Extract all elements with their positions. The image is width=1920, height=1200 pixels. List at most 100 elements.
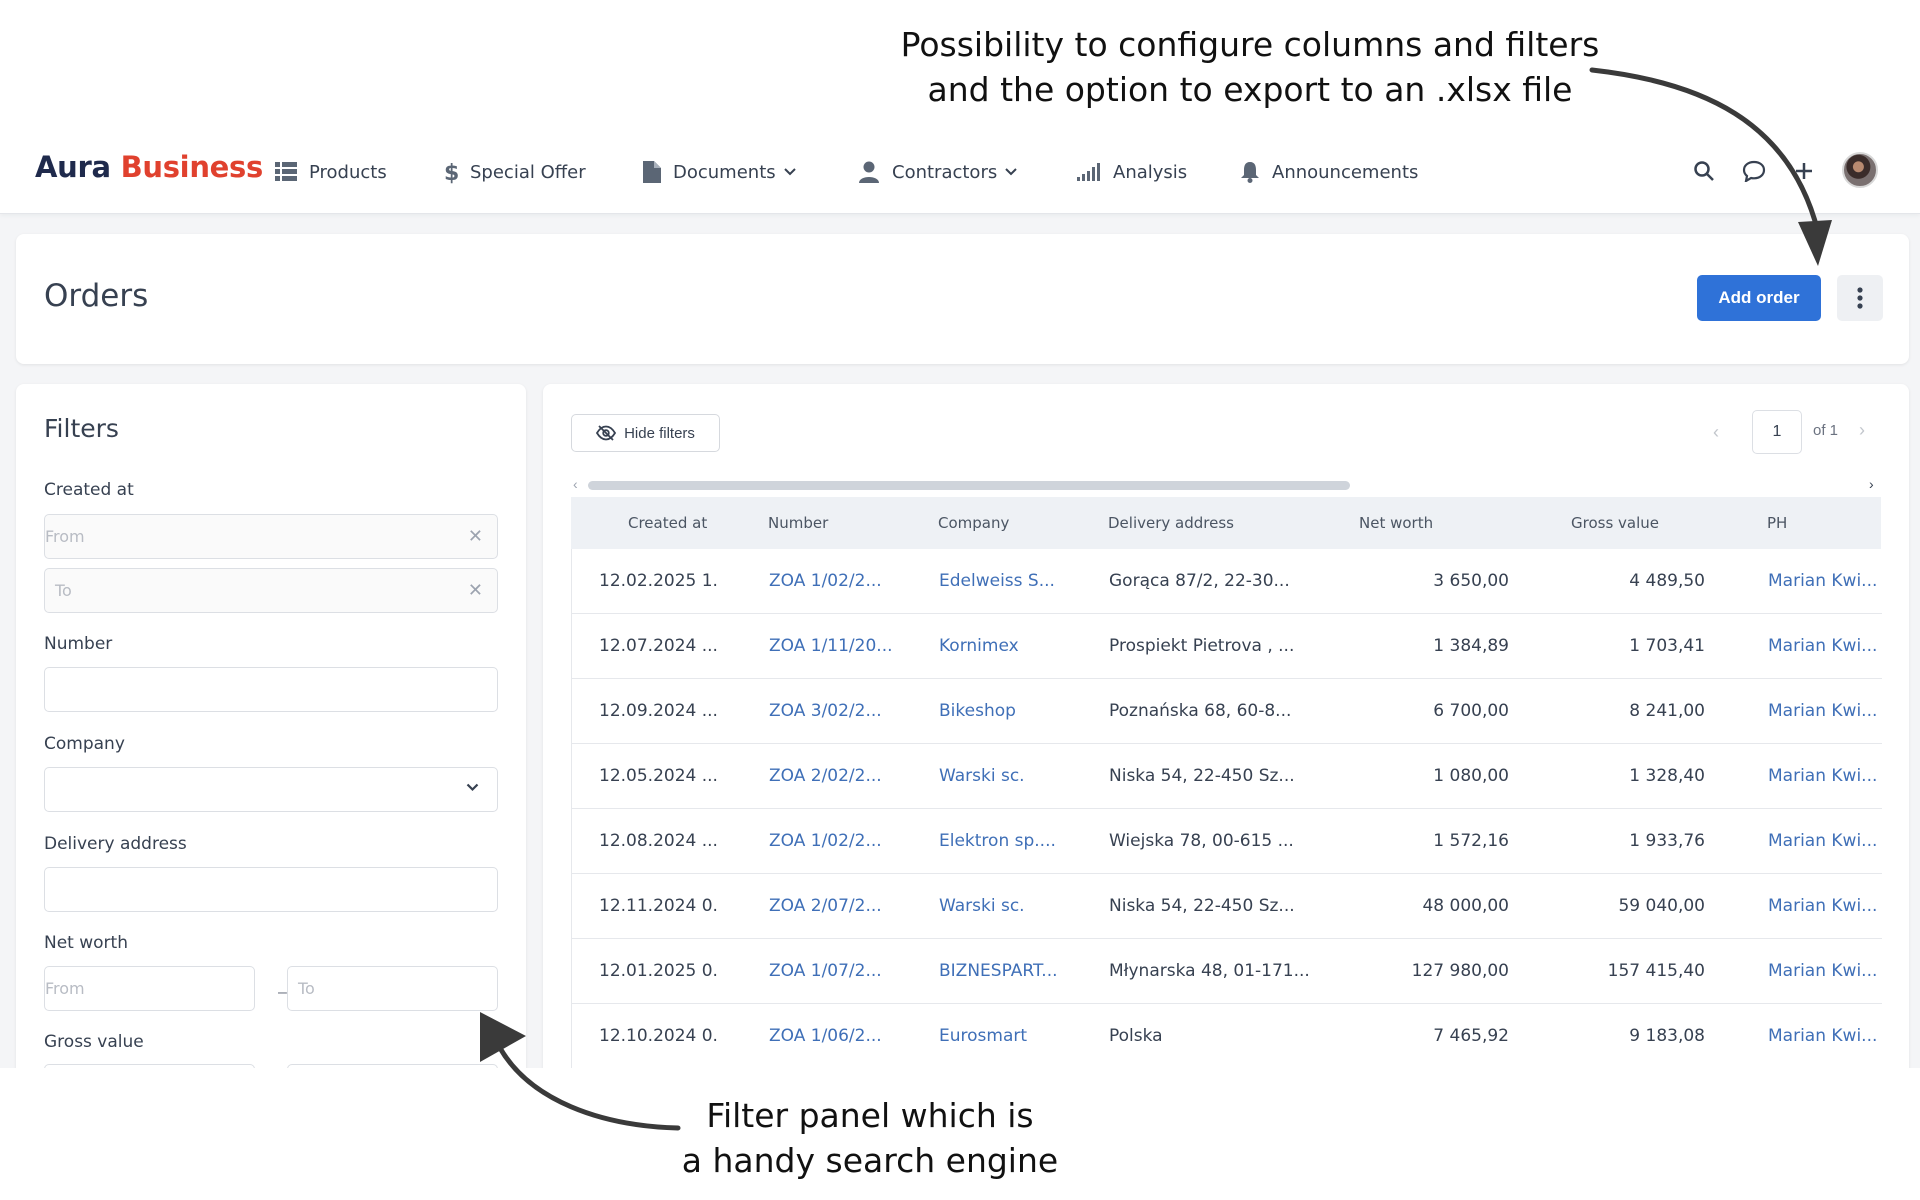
scroll-right-icon[interactable]: › bbox=[1869, 476, 1874, 492]
cell-gross-value: 8 241,00 bbox=[1629, 701, 1705, 721]
horizontal-scrollbar[interactable] bbox=[588, 481, 1350, 490]
created-at-to-field[interactable]: To ✕ bbox=[44, 568, 498, 613]
company-select[interactable] bbox=[44, 767, 498, 812]
nav-item-contractors[interactable]: Contractors bbox=[858, 158, 1017, 186]
caption-line: a handy search engine bbox=[681, 1141, 1059, 1180]
placeholder: To bbox=[298, 979, 315, 998]
cell-created-at: 12.07.2024 ... bbox=[599, 636, 718, 656]
range-separator: – bbox=[278, 984, 287, 1001]
scroll-left-icon[interactable]: ‹ bbox=[573, 476, 578, 492]
nav-item-documents[interactable]: Documents bbox=[643, 158, 796, 186]
cell-created-at: 12.08.2024 ... bbox=[599, 831, 718, 851]
table-row[interactable]: 12.07.2024 ... ZOA 1/11/20... Kornimex P… bbox=[572, 614, 1882, 679]
cell-company-link[interactable]: Warski sc. bbox=[939, 766, 1079, 786]
number-field[interactable] bbox=[44, 667, 498, 712]
cell-ph-link[interactable]: Marian Kwi... bbox=[1768, 766, 1882, 786]
add-button[interactable] bbox=[1789, 156, 1819, 186]
column-header-company[interactable]: Company bbox=[938, 514, 1009, 532]
placeholder: From bbox=[45, 527, 85, 546]
cell-ph-link[interactable]: Marian Kwi... bbox=[1768, 831, 1882, 851]
filters-panel: Filters Created at From ✕ To ✕ Number Co… bbox=[16, 384, 526, 1068]
filter-label-gross-value: Gross value bbox=[44, 1032, 144, 1052]
orders-table-panel: Hide filters ‹ 1 of 1 › ‹ › Created at N… bbox=[543, 384, 1909, 1068]
eye-off-icon bbox=[596, 425, 617, 441]
cell-company-link[interactable]: Bikeshop bbox=[939, 701, 1079, 721]
table-row[interactable]: 12.02.2025 1... ZOA 1/02/2... Edelweiss … bbox=[572, 549, 1882, 614]
table-row[interactable]: 12.11.2024 0... ZOA 2/07/2... Warski sc.… bbox=[572, 874, 1882, 939]
cell-company-link[interactable]: Kornimex bbox=[939, 636, 1079, 656]
column-header-net-worth[interactable]: Net worth bbox=[1359, 514, 1433, 532]
net-worth-to-field[interactable]: To bbox=[287, 966, 498, 1011]
hide-filters-button[interactable]: Hide filters bbox=[571, 414, 720, 452]
cell-company-link[interactable]: Elektron sp.... bbox=[939, 831, 1079, 851]
chevron-left-icon[interactable]: ‹ bbox=[1713, 422, 1719, 443]
app-logo[interactable]: Aura Business bbox=[35, 150, 263, 184]
document-icon bbox=[643, 161, 661, 183]
nav-item-announcements[interactable]: Announcements bbox=[1240, 158, 1418, 186]
net-worth-from-field[interactable]: From bbox=[44, 966, 255, 1011]
nav-item-products[interactable]: Products bbox=[275, 158, 387, 186]
page-number-input[interactable]: 1 bbox=[1752, 410, 1802, 454]
cell-delivery-address: Polska bbox=[1109, 1026, 1163, 1046]
cell-ph-link[interactable]: Marian Kwi... bbox=[1768, 1026, 1882, 1046]
nav-label: Analysis bbox=[1113, 161, 1188, 183]
cell-ph-link[interactable]: Marian Kwi... bbox=[1768, 636, 1882, 656]
cell-company-link[interactable]: Eurosmart bbox=[939, 1026, 1079, 1046]
caption-line: and the option to export to an .xlsx fil… bbox=[927, 70, 1573, 109]
table-row[interactable]: 12.01.2025 0... ZOA 1/07/2... BIZNESPART… bbox=[572, 939, 1882, 1004]
cell-number-link[interactable]: ZOA 1/02/2... bbox=[769, 831, 909, 851]
cell-net-worth: 6 700,00 bbox=[1433, 701, 1509, 721]
person-icon bbox=[859, 161, 879, 183]
delivery-address-field[interactable] bbox=[44, 867, 498, 912]
cell-ph-link[interactable]: Marian Kwi... bbox=[1768, 961, 1882, 981]
nav-item-analysis[interactable]: Analysis bbox=[1077, 158, 1187, 186]
cell-number-link[interactable]: ZOA 3/02/2... bbox=[769, 701, 909, 721]
cell-created-at: 12.05.2024 ... bbox=[599, 766, 718, 786]
avatar[interactable] bbox=[1842, 152, 1878, 188]
nav-item-special-offer[interactable]: $ Special Offer bbox=[444, 158, 586, 186]
cell-gross-value: 1 703,41 bbox=[1629, 636, 1705, 656]
column-header-ph[interactable]: PH bbox=[1767, 514, 1787, 532]
top-navbar: Aura Business Products $ Special Offer D… bbox=[0, 130, 1920, 214]
cell-delivery-address: Prospiekt Pietrova , ... bbox=[1109, 636, 1295, 656]
cell-number-link[interactable]: ZOA 1/06/2... bbox=[769, 1026, 909, 1046]
clear-icon[interactable]: ✕ bbox=[468, 580, 483, 601]
more-options-button[interactable] bbox=[1837, 275, 1883, 321]
page-title: Orders bbox=[44, 278, 149, 314]
cell-delivery-address: Młynarska 48, 01-171... bbox=[1109, 961, 1310, 981]
column-header-gross-value[interactable]: Gross value bbox=[1571, 514, 1659, 532]
cell-gross-value: 4 489,50 bbox=[1629, 571, 1705, 591]
column-header-number[interactable]: Number bbox=[768, 514, 828, 532]
cell-company-link[interactable]: BIZNESPART... bbox=[939, 961, 1079, 981]
nav-label: Special Offer bbox=[470, 161, 586, 183]
plus-icon bbox=[1796, 163, 1812, 179]
created-at-from-field[interactable]: From ✕ bbox=[44, 514, 498, 559]
search-button[interactable] bbox=[1689, 156, 1719, 186]
cell-ph-link[interactable]: Marian Kwi... bbox=[1768, 896, 1882, 916]
table-row[interactable]: 12.05.2024 ... ZOA 2/02/2... Warski sc. … bbox=[572, 744, 1882, 809]
table-row[interactable]: 12.09.2024 ... ZOA 3/02/2... Bikeshop Po… bbox=[572, 679, 1882, 744]
chevron-right-icon[interactable]: › bbox=[1859, 420, 1865, 441]
column-header-delivery-address[interactable]: Delivery address bbox=[1108, 514, 1234, 532]
cell-gross-value: 1 933,76 bbox=[1629, 831, 1705, 851]
cell-company-link[interactable]: Edelweiss S... bbox=[939, 571, 1079, 591]
app-window: Aura Business Products $ Special Offer D… bbox=[0, 130, 1920, 1068]
clear-icon[interactable]: ✕ bbox=[468, 526, 483, 547]
add-order-button[interactable]: Add order bbox=[1697, 275, 1821, 321]
cell-number-link[interactable]: ZOA 2/07/2... bbox=[769, 896, 909, 916]
table-row[interactable]: 12.08.2024 ... ZOA 1/02/2... Elektron sp… bbox=[572, 809, 1882, 874]
table-row[interactable]: 12.10.2024 0... ZOA 1/06/2... Eurosmart … bbox=[572, 1004, 1882, 1068]
cell-created-at: 12.02.2025 1... bbox=[599, 571, 719, 591]
cell-ph-link[interactable]: Marian Kwi... bbox=[1768, 701, 1882, 721]
gross-value-from-field[interactable] bbox=[44, 1064, 255, 1068]
cell-number-link[interactable]: ZOA 1/02/2... bbox=[769, 571, 909, 591]
gross-value-to-field[interactable] bbox=[287, 1064, 498, 1068]
cell-number-link[interactable]: ZOA 1/11/20... bbox=[769, 636, 909, 656]
cell-number-link[interactable]: ZOA 2/02/2... bbox=[769, 766, 909, 786]
chat-button[interactable] bbox=[1739, 156, 1769, 186]
search-icon bbox=[1694, 161, 1714, 181]
cell-ph-link[interactable]: Marian Kwi... bbox=[1768, 571, 1882, 591]
cell-company-link[interactable]: Warski sc. bbox=[939, 896, 1079, 916]
cell-number-link[interactable]: ZOA 1/07/2... bbox=[769, 961, 909, 981]
column-header-created-at[interactable]: Created at bbox=[628, 514, 707, 532]
